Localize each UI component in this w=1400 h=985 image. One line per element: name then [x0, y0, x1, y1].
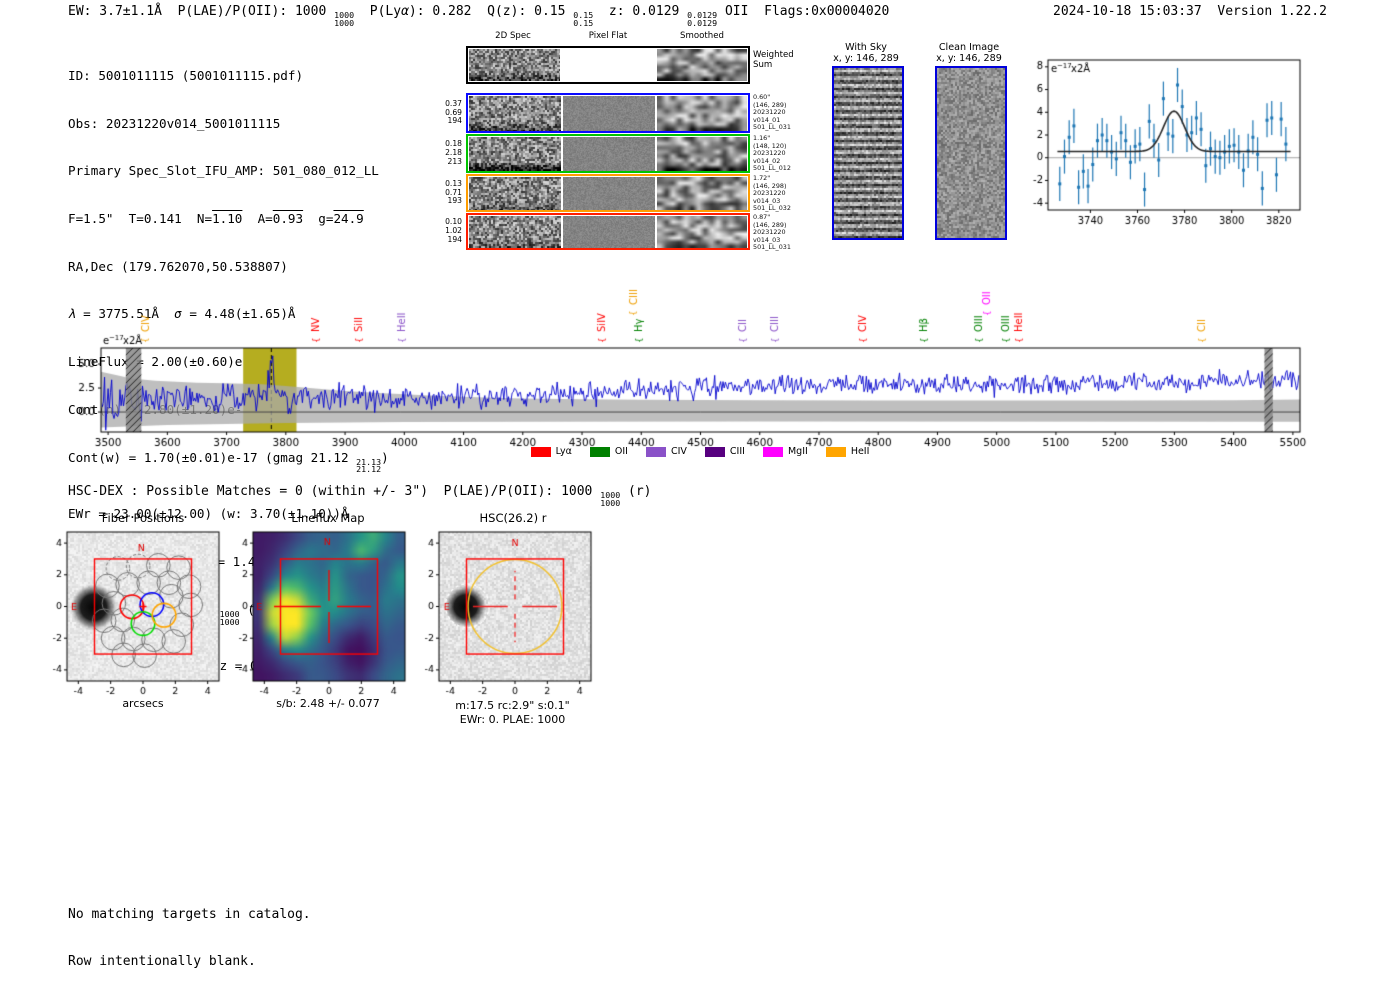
cutout-smoothed-image — [657, 215, 747, 248]
cutout-2dspec-image — [469, 215, 561, 248]
clean-image-coords: x, y: 146, 289 — [936, 53, 1002, 64]
legend-label-ciii: CIII — [729, 446, 745, 457]
cutout-smoothed-image — [657, 136, 747, 171]
info-line-radec: RA,Dec (179.762070,50.538807) — [68, 258, 288, 274]
fiber-weights-3: 0.13 0.71 193 — [436, 174, 462, 212]
cutout-row-fiber-4 — [466, 213, 750, 250]
weighted-sum-line1: Weighted — [753, 50, 794, 60]
fiber-weights-2: 0.18 2.18 213 — [436, 134, 462, 173]
cutout-2dspec-image — [469, 95, 561, 131]
cutout-2dspec-image — [469, 136, 561, 171]
cutout-row-fiber-2 — [466, 134, 750, 173]
legend-swatch-lya — [530, 446, 551, 457]
fiber-weights-4: 0.10 1.02 194 — [436, 213, 462, 250]
legend-label-heii: HeII — [850, 446, 870, 457]
legend-swatch-oii — [589, 446, 610, 457]
fiber-ann-line: 501_LL_031 — [753, 123, 791, 132]
info-line-id: ID: 5001011115 (5001011115.pdf) — [68, 67, 304, 83]
legend-label-lya: Lyα — [555, 446, 572, 457]
with-sky-image — [832, 66, 904, 240]
lineflux-map-title: Lineflux Map — [291, 511, 365, 525]
hsc-image-plot — [412, 524, 612, 702]
line-fit-plot — [1012, 52, 1312, 232]
lineflux-map-xlabel: s/b: 2.48 +/- 0.077 — [276, 697, 380, 710]
full-spectrum-plot — [60, 278, 1340, 452]
elixer-report-page: { "header":{ "segments":[{"t":"EW: 3.7±1… — [0, 0, 1400, 969]
legend-item-mgii: MgII — [762, 446, 808, 457]
cutout-pixelflat-image — [563, 95, 655, 131]
info-line-seeing: F=1.5" T=0.141 N=1.10 A=0.93 g=24.9 — [68, 210, 364, 226]
cutout-col-title-smoothed: Smoothed — [680, 31, 724, 41]
legend-label-mgii: MgII — [787, 446, 808, 457]
report-datetime: 2024-10-18 15:03:37 — [1053, 4, 1202, 19]
legend-item-heii: HeII — [825, 446, 870, 457]
fiber-weights-1: 0.37 0.69 194 — [436, 93, 462, 133]
fiber-ann-line: 501_LL_012 — [753, 164, 791, 173]
cutout-row-fiber-3 — [466, 174, 750, 212]
fiber-positions-title: Fiber Positions — [101, 511, 185, 525]
cutout-smoothed-image — [657, 49, 747, 81]
cutout-2dspec-image — [469, 49, 560, 81]
fiber-annotation-1: 0.60" (146, 289) 20231220 v014_01 501_LL… — [753, 93, 799, 132]
clean-image — [935, 66, 1007, 240]
weighted-sum-label: Weighted Sum — [753, 50, 794, 70]
report-datetime-version: 2024-10-18 15:03:37 Version 1.22.2 — [1053, 4, 1327, 19]
info-line-obs: Obs: 20231220v014_5001011115 — [68, 115, 281, 131]
with-sky-coords: x, y: 146, 289 — [833, 53, 899, 64]
weighted-sum-line2: Sum — [753, 60, 773, 70]
legend-item-oii: OII — [589, 446, 628, 457]
footer-line-2: Row intentionally blank. — [68, 953, 256, 969]
legend-item-lya: Lyα — [530, 446, 572, 457]
with-sky-title: With Sky — [845, 42, 887, 53]
report-version: Version 1.22.2 — [1217, 4, 1327, 19]
fiber-annotation-2: 1.16" (148, 120) 20231220 v014_02 501_LL… — [753, 134, 799, 173]
report-header-line: EW: 3.7±1.1Å P(LAE)/P(OII): 1000 1000 100… — [68, 4, 890, 28]
legend-swatch-ciii — [704, 446, 725, 457]
cutout-2dspec-image — [469, 176, 561, 210]
cutout-smoothed-image — [657, 176, 747, 210]
fiber-weight-value: 194 — [447, 116, 463, 126]
fiber-weight-value: 213 — [447, 156, 463, 166]
cutout-pixelflat-image — [563, 215, 655, 248]
header-spacer — [1202, 4, 1218, 19]
fiber-annotation-4: 0.87" (146, 289) 20231220 v014_03 501_LL… — [753, 213, 799, 252]
fiber-weight-value: 194 — [447, 234, 463, 244]
info-line-cont-w: Cont(w) = 1.70(±0.01)e-17 (gmag 21.12 21… — [68, 449, 389, 475]
cutout-row-fiber-1 — [466, 93, 750, 133]
catalog-match-note: No matching targets in catalog. Row inte… — [68, 876, 311, 985]
spectrum-legend: Lyα OII CIV CIII MgII HeII — [500, 446, 900, 457]
legend-item-ciii: CIII — [704, 446, 745, 457]
fiber-positions-plot — [40, 524, 240, 702]
footer-line-1: No matching targets in catalog. — [68, 907, 311, 922]
hsc-image-xlabel-1: m:17.5 rc:2.9" s:0.1" — [455, 699, 570, 712]
hsc-dex-matches-line: HSC-DEX : Possible Matches = 0 (within +… — [68, 484, 652, 508]
legend-swatch-mgii — [762, 446, 783, 457]
legend-label-civ: CIV — [670, 446, 687, 457]
legend-label-oii: OII — [614, 446, 628, 457]
cutout-row-weighted-sum — [466, 46, 750, 84]
lineflux-map-plot — [226, 524, 426, 702]
fiber-positions-xlabel: arcsecs — [122, 697, 164, 710]
cutout-col-title-pixelflat: Pixel Flat — [588, 31, 628, 41]
hsc-image-xlabel-2: EWr: 0. PLAE: 1000 — [459, 713, 566, 726]
cutout-pixelflat-image — [563, 136, 655, 171]
fiber-weight-value: 193 — [447, 196, 463, 206]
cutout-smoothed-image — [657, 95, 747, 131]
legend-swatch-civ — [645, 446, 666, 457]
fiber-ann-line: 501_LL_031 — [753, 243, 791, 252]
cutout-col-title-2dspec: 2D Spec — [495, 31, 531, 41]
legend-swatch-heii — [825, 446, 846, 457]
cutout-pixelflat-image — [563, 176, 655, 210]
hsc-image-title: HSC(26.2) r — [479, 511, 547, 525]
fiber-ann-line: 501_LL_032 — [753, 204, 791, 213]
cutout-pixelflat-image — [563, 49, 654, 81]
info-line-primary-spec: Primary Spec_Slot_IFU_AMP: 501_080_012_L… — [68, 163, 379, 179]
fiber-annotation-3: 1.72" (146, 298) 20231220 v014_03 501_LL… — [753, 174, 799, 213]
clean-image-title: Clean Image — [938, 42, 1000, 53]
legend-item-civ: CIV — [645, 446, 687, 457]
